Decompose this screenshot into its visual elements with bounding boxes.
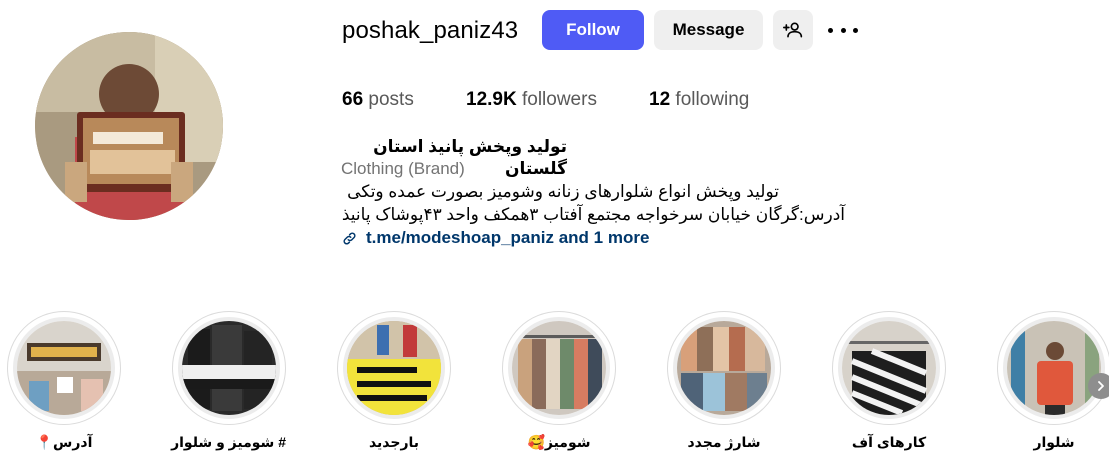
message-button[interactable]: Message <box>654 10 763 50</box>
followers-stat[interactable]: 12.9K followers <box>466 87 597 113</box>
profile-avatar[interactable] <box>35 32 223 220</box>
highlight-label: بارجدید <box>368 434 420 450</box>
highlight-ring <box>832 311 946 425</box>
highlight-cover <box>842 321 936 415</box>
highlight-ring <box>172 311 286 425</box>
highlight-cover <box>512 321 606 415</box>
posts-stat: 66 posts <box>342 87 414 113</box>
bio-address-line: آدرس:گرگان خیابان سرخواجه مجتمع آفتاب ۳ه… <box>341 205 845 224</box>
highlight-item[interactable]: آدرس📍 <box>0 311 121 451</box>
highlight-cover <box>182 321 276 415</box>
highlight-label: آدرس📍 <box>35 434 93 450</box>
bio-text-line: تولید وپخش انواع شلوارهای زنانه وشومیز ب… <box>347 182 779 201</box>
link-icon <box>343 232 356 244</box>
following-count: 12 <box>649 89 671 110</box>
highlight-cover <box>347 321 441 415</box>
highlight-item[interactable]: شلوار <box>984 311 1109 451</box>
highlight-item[interactable]: # شومیز و شلوار <box>159 311 286 451</box>
highlight-item[interactable]: شومیز🥰 <box>489 311 616 451</box>
person-add-icon <box>783 22 803 38</box>
more-dots-icon <box>828 27 833 33</box>
highlight-ring <box>502 311 616 425</box>
highlight-ring <box>337 311 451 425</box>
highlight-item[interactable]: کارهای آف <box>819 311 946 451</box>
highlight-ring <box>667 311 781 425</box>
followers-count: 12.9K <box>466 89 517 110</box>
highlights-next-button[interactable] <box>1088 373 1109 399</box>
bio-link[interactable]: t.me/modeshoap_paniz and 1 more <box>342 227 649 249</box>
profile-username: poshak_paniz43 <box>342 17 519 44</box>
following-stat[interactable]: 12 following <box>649 87 749 113</box>
avatar-image <box>35 32 223 220</box>
highlight-ring <box>997 311 1109 425</box>
suggest-accounts-button[interactable] <box>773 10 813 50</box>
followers-label: followers <box>521 89 597 110</box>
more-dots-icon <box>853 27 858 33</box>
follow-button[interactable]: Follow <box>542 10 644 50</box>
highlight-label: شارژ مجدد <box>687 434 761 450</box>
highlight-label: شومیز🥰 <box>527 434 591 450</box>
highlight-label: کارهای آف <box>851 434 927 450</box>
chevron-right-icon <box>1098 381 1104 391</box>
more-options-button[interactable] <box>828 20 858 40</box>
highlight-label: # شومیز و شلوار <box>171 434 286 450</box>
profile-category: Clothing (Brand) <box>341 159 465 178</box>
posts-count: 66 <box>342 89 364 110</box>
bio-link-text: t.me/modeshoap_paniz and 1 more <box>366 228 650 247</box>
highlight-item[interactable]: شارژ مجدد <box>654 311 781 451</box>
highlight-label: شلوار <box>1033 434 1075 450</box>
highlight-cover <box>17 321 111 415</box>
following-label: following <box>675 89 750 110</box>
highlight-cover <box>677 321 771 415</box>
highlight-item[interactable]: بارجدید <box>324 311 451 451</box>
highlight-ring <box>7 311 121 425</box>
more-dots-icon <box>840 27 846 33</box>
posts-label: posts <box>368 89 414 110</box>
highlight-cover <box>1007 321 1101 415</box>
